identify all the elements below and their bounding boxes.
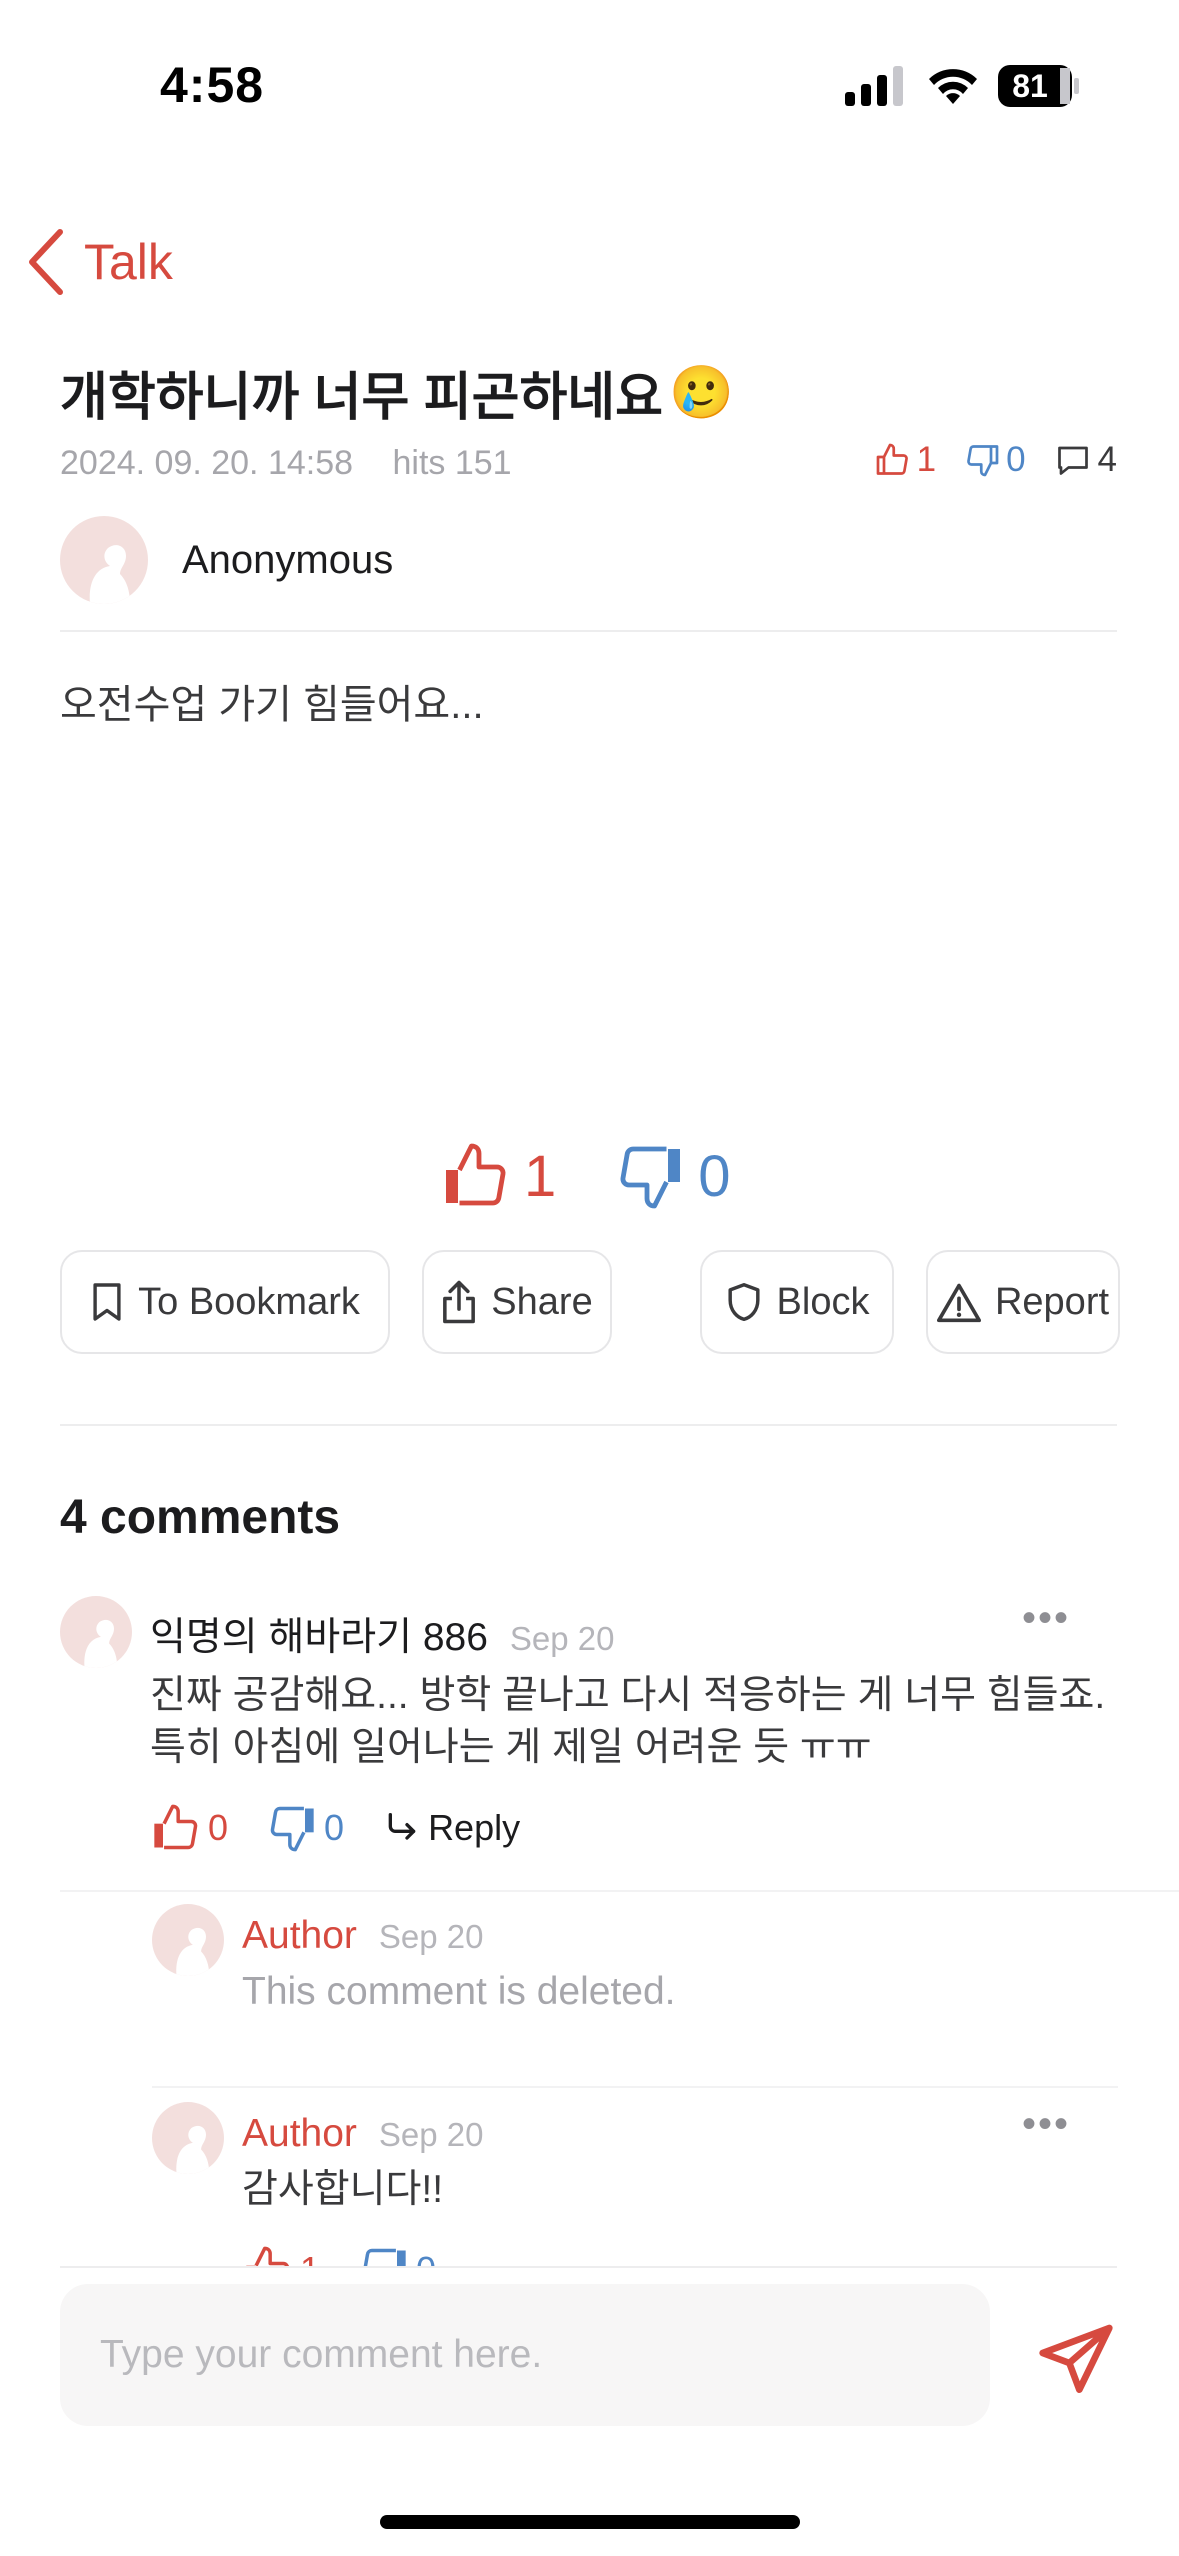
reply-arrow-icon bbox=[388, 1813, 416, 1840]
post-counts: 1 0 4 bbox=[847, 440, 1117, 480]
divider bbox=[60, 1890, 1179, 1892]
avatar bbox=[152, 1904, 224, 1976]
bird-avatar-icon bbox=[84, 1619, 118, 1668]
divider bbox=[60, 1424, 1117, 1426]
comment-input[interactable] bbox=[60, 2284, 990, 2426]
thumbs-down-icon bbox=[620, 1146, 681, 1209]
bird-avatar-icon bbox=[176, 1927, 210, 1976]
thumbs-up-icon bbox=[876, 443, 908, 475]
more-options-button[interactable]: ••• bbox=[1022, 1596, 1070, 1641]
home-indicator bbox=[380, 2515, 800, 2529]
thumbs-down-icon bbox=[967, 445, 999, 477]
avatar bbox=[60, 1596, 132, 1668]
vote-controls: 1 0 bbox=[440, 1140, 789, 1212]
post-dislike-count: 0 bbox=[964, 440, 1026, 480]
bird-avatar-icon bbox=[176, 2125, 210, 2174]
comment-like-button[interactable]: 0 bbox=[150, 1802, 228, 1854]
share-icon bbox=[443, 1280, 476, 1324]
back-label: Talk bbox=[84, 234, 173, 290]
avatar bbox=[152, 2102, 224, 2174]
bookmark-button[interactable]: To Bookmark bbox=[60, 1250, 390, 1354]
comment-author[interactable]: 익명의 해바라기 886 bbox=[150, 1606, 488, 1662]
post-hits: hits 151 bbox=[392, 444, 512, 482]
like-count: 1 bbox=[524, 1143, 557, 1209]
send-icon[interactable] bbox=[1036, 2318, 1116, 2398]
avatar bbox=[60, 516, 148, 604]
post-title-text: 개학하니까 너무 피곤하네요 bbox=[60, 369, 663, 427]
status-time: 4:58 bbox=[160, 57, 265, 113]
bookmark-icon bbox=[93, 1283, 121, 1321]
shield-icon bbox=[727, 1283, 760, 1321]
dislike-count: 0 bbox=[698, 1143, 731, 1209]
post-date: 2024. 09. 20. 14:58 bbox=[60, 444, 354, 482]
thumbs-up-icon bbox=[246, 2246, 290, 2267]
wifi-icon bbox=[929, 69, 977, 104]
comment-date: Sep 20 bbox=[378, 2116, 484, 2153]
thumbs-up-icon bbox=[154, 1804, 198, 1850]
bird-avatar-icon bbox=[89, 545, 130, 604]
comment-date: Sep 20 bbox=[378, 1918, 484, 1955]
battery-icon: 81 bbox=[998, 65, 1080, 107]
crying-smile-emoji-icon: 🥲 bbox=[668, 364, 734, 422]
comment-bubble-icon bbox=[1057, 446, 1088, 475]
like-button[interactable]: 1 bbox=[440, 1140, 556, 1212]
thumbs-up-icon bbox=[446, 1143, 506, 1206]
comment-dislike-button[interactable]: 0 bbox=[266, 1802, 344, 1854]
post-like-count: 1 bbox=[875, 440, 936, 480]
thumbs-down-icon bbox=[363, 2248, 406, 2267]
post-comment-count: 4 bbox=[1054, 440, 1117, 480]
comment-text: 진짜 공감해요... 방학 끝나고 다시 적응하는 게 너무 힘들죠. 특히 아… bbox=[150, 1674, 1106, 1769]
comment-date: Sep 20 bbox=[509, 1620, 615, 1657]
warning-triangle-icon bbox=[936, 1283, 981, 1323]
chevron-left-icon bbox=[29, 229, 63, 295]
comment-like-button[interactable]: 1 bbox=[242, 2244, 320, 2267]
back-button[interactable]: Talk bbox=[26, 222, 173, 302]
comment-author[interactable]: Author bbox=[242, 2112, 357, 2156]
comments-title: 4 comments bbox=[60, 1491, 341, 1544]
more-options-button[interactable]: ••• bbox=[1022, 2102, 1070, 2147]
comment-reply-button[interactable]: Reply bbox=[382, 1807, 520, 1849]
comment-text: 감사합니다!! bbox=[242, 2168, 444, 2211]
comment-reply-item: Author Sep 20 감사합니다!! 1 0 ••• bbox=[152, 2102, 1120, 2267]
cellular-signal-icon bbox=[845, 66, 903, 106]
author-name: Anonymous bbox=[182, 537, 394, 582]
dislike-button[interactable]: 0 bbox=[614, 1140, 731, 1212]
comment-dislike-button[interactable]: 0 bbox=[358, 2244, 436, 2267]
divider bbox=[60, 630, 1117, 632]
divider bbox=[152, 2086, 1118, 2088]
thumbs-down-icon bbox=[270, 1806, 314, 1852]
comment-text: This comment is deleted. bbox=[242, 1970, 676, 2013]
post-author[interactable]: Anonymous bbox=[60, 516, 393, 604]
battery-level: 81 bbox=[1012, 68, 1048, 104]
post-title: 개학하니까 너무 피곤하네요 🥲 bbox=[60, 355, 734, 430]
post-meta: 2024. 09. 20. 14:58 hits 151 bbox=[60, 444, 542, 483]
comment-author[interactable]: Author bbox=[242, 1914, 357, 1958]
post-body: 오전수업 가기 힘들어요... bbox=[60, 683, 484, 727]
divider bbox=[60, 2266, 1117, 2268]
share-button[interactable]: Share bbox=[422, 1250, 612, 1354]
report-button[interactable]: Report bbox=[926, 1250, 1120, 1354]
comment-input-container bbox=[60, 2284, 990, 2426]
block-button[interactable]: Block bbox=[700, 1250, 894, 1354]
